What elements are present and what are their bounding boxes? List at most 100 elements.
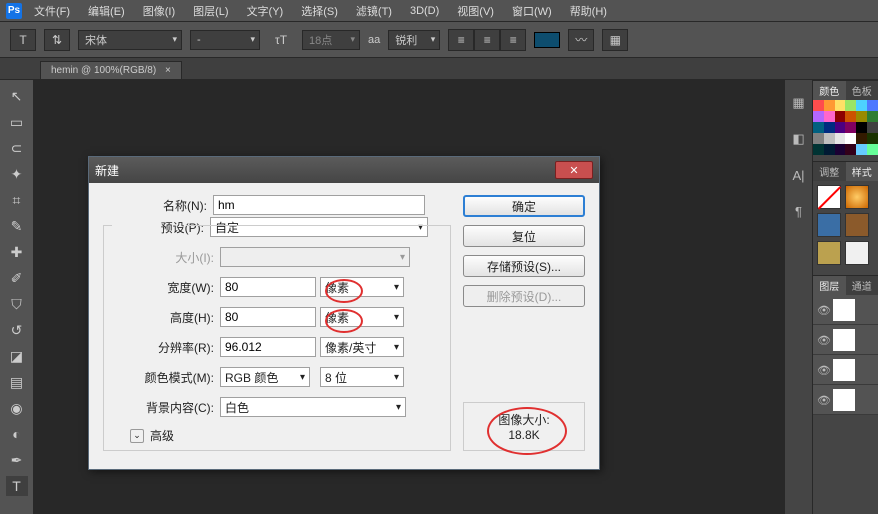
font-style-select[interactable]: - (190, 30, 260, 50)
swatch-cell[interactable] (835, 100, 846, 111)
color-mode-select[interactable]: RGB 颜色 (220, 367, 310, 387)
menu-image[interactable]: 图像(I) (143, 3, 175, 19)
dodge-tool-icon[interactable]: ◐ (6, 424, 28, 444)
swatch-cell[interactable] (824, 100, 835, 111)
menu-filter[interactable]: 滤镜(T) (356, 3, 392, 19)
antialias-select[interactable]: 锐利 (388, 30, 440, 50)
type-tool-icon[interactable]: T (6, 476, 28, 496)
swatch-cell[interactable] (867, 122, 878, 133)
brush-tool-icon[interactable]: ✐ (6, 268, 28, 288)
swatch-cell[interactable] (813, 144, 824, 155)
text-color-swatch[interactable] (534, 32, 560, 48)
swatch-cell[interactable] (824, 144, 835, 155)
gradient-tool-icon[interactable]: ▤ (6, 372, 28, 392)
document-tab[interactable]: hemin @ 100%(RGB/8) × (40, 61, 182, 79)
stamp-tool-icon[interactable]: ⛉ (6, 294, 28, 314)
swatch-cell[interactable] (845, 111, 856, 122)
swatch-cell[interactable] (856, 122, 867, 133)
crop-tool-icon[interactable]: ⌗ (6, 190, 28, 210)
style-cell[interactable] (845, 213, 869, 237)
swatch-cell[interactable] (845, 122, 856, 133)
eyedropper-tool-icon[interactable]: ✎ (6, 216, 28, 236)
properties-icon[interactable]: ◧ (790, 130, 808, 148)
marquee-tool-icon[interactable]: ▭ (6, 112, 28, 132)
swatch-cell[interactable] (835, 133, 846, 144)
style-cell[interactable] (817, 241, 841, 265)
swatch-cell[interactable] (845, 144, 856, 155)
height-input[interactable] (220, 307, 316, 327)
swatch-cell[interactable] (845, 133, 856, 144)
swatch-cell[interactable] (824, 122, 835, 133)
width-unit-select[interactable]: 像素 (320, 277, 404, 297)
swatch-cell[interactable] (856, 133, 867, 144)
swatch-cell[interactable] (856, 100, 867, 111)
visibility-icon[interactable]: 👁 (817, 364, 829, 376)
width-input[interactable] (220, 277, 316, 297)
font-size-select[interactable]: 18点 (302, 30, 360, 50)
align-left-icon[interactable]: ≡ (448, 29, 474, 51)
swatch-cell[interactable] (813, 111, 824, 122)
swatch-cell[interactable] (813, 122, 824, 133)
blur-tool-icon[interactable]: ◉ (6, 398, 28, 418)
paragraph-icon[interactable]: ¶ (790, 202, 808, 220)
history-icon[interactable]: ▦ (790, 94, 808, 112)
close-button[interactable]: ✕ (555, 161, 593, 179)
heal-tool-icon[interactable]: ✚ (6, 242, 28, 262)
swatch-cell[interactable] (813, 133, 824, 144)
menu-select[interactable]: 选择(S) (301, 3, 338, 19)
swatch-cell[interactable] (845, 100, 856, 111)
layer-row[interactable]: 👁 (813, 295, 878, 325)
tab-layers[interactable]: 图层 (813, 275, 846, 295)
close-icon[interactable]: × (165, 65, 171, 76)
dialog-titlebar[interactable]: 新建 ✕ (89, 157, 599, 183)
layer-row[interactable]: 👁 (813, 325, 878, 355)
wand-tool-icon[interactable]: ✦ (6, 164, 28, 184)
advanced-toggle[interactable]: ⌄ 高级 (110, 427, 444, 444)
tab-channels[interactable]: 通道 (846, 275, 878, 295)
swatch-cell[interactable] (824, 133, 835, 144)
swatch-cell[interactable] (867, 111, 878, 122)
swatch-cell[interactable] (867, 144, 878, 155)
resolution-unit-select[interactable]: 像素/英寸 (320, 337, 404, 357)
tab-color[interactable]: 颜色 (813, 80, 846, 100)
layer-row[interactable]: 👁 (813, 385, 878, 415)
style-cell[interactable] (845, 185, 869, 209)
swatch-cell[interactable] (867, 100, 878, 111)
visibility-icon[interactable]: 👁 (817, 394, 829, 406)
swatch-cell[interactable] (856, 144, 867, 155)
character-panel-icon[interactable]: ▦ (602, 29, 628, 51)
swatch-cell[interactable] (835, 122, 846, 133)
reset-button[interactable]: 复位 (463, 225, 585, 247)
menu-view[interactable]: 视图(V) (457, 3, 494, 19)
lasso-tool-icon[interactable]: ⊂ (6, 138, 28, 158)
preset-select[interactable]: 自定 (210, 217, 428, 237)
orientation-icon[interactable]: ⇅ (44, 29, 70, 51)
menu-layer[interactable]: 图层(L) (193, 3, 228, 19)
eraser-tool-icon[interactable]: ◪ (6, 346, 28, 366)
tab-styles[interactable]: 样式 (846, 161, 878, 181)
background-select[interactable]: 白色 (220, 397, 406, 417)
name-input[interactable] (213, 195, 425, 215)
menu-window[interactable]: 窗口(W) (512, 3, 552, 19)
menu-help[interactable]: 帮助(H) (570, 3, 607, 19)
text-tool-icon[interactable]: T (10, 29, 36, 51)
bit-depth-select[interactable]: 8 位 (320, 367, 404, 387)
menu-file[interactable]: 文件(F) (34, 3, 70, 19)
pen-tool-icon[interactable]: ✒ (6, 450, 28, 470)
visibility-icon[interactable]: 👁 (817, 304, 829, 316)
resolution-input[interactable] (220, 337, 316, 357)
swatch-cell[interactable] (835, 111, 846, 122)
swatch-cell[interactable] (813, 100, 824, 111)
height-unit-select[interactable]: 像素 (320, 307, 404, 327)
menu-type[interactable]: 文字(Y) (247, 3, 284, 19)
move-tool-icon[interactable]: ↖ (6, 86, 28, 106)
character-icon[interactable]: A| (790, 166, 808, 184)
font-family-select[interactable]: 宋体 (78, 30, 182, 50)
style-cell[interactable] (845, 241, 869, 265)
align-center-icon[interactable]: ≡ (474, 29, 500, 51)
tab-adjust[interactable]: 调整 (813, 161, 846, 181)
swatch-cell[interactable] (867, 133, 878, 144)
swatch-cell[interactable] (824, 111, 835, 122)
style-cell[interactable] (817, 213, 841, 237)
menu-edit[interactable]: 编辑(E) (88, 3, 125, 19)
